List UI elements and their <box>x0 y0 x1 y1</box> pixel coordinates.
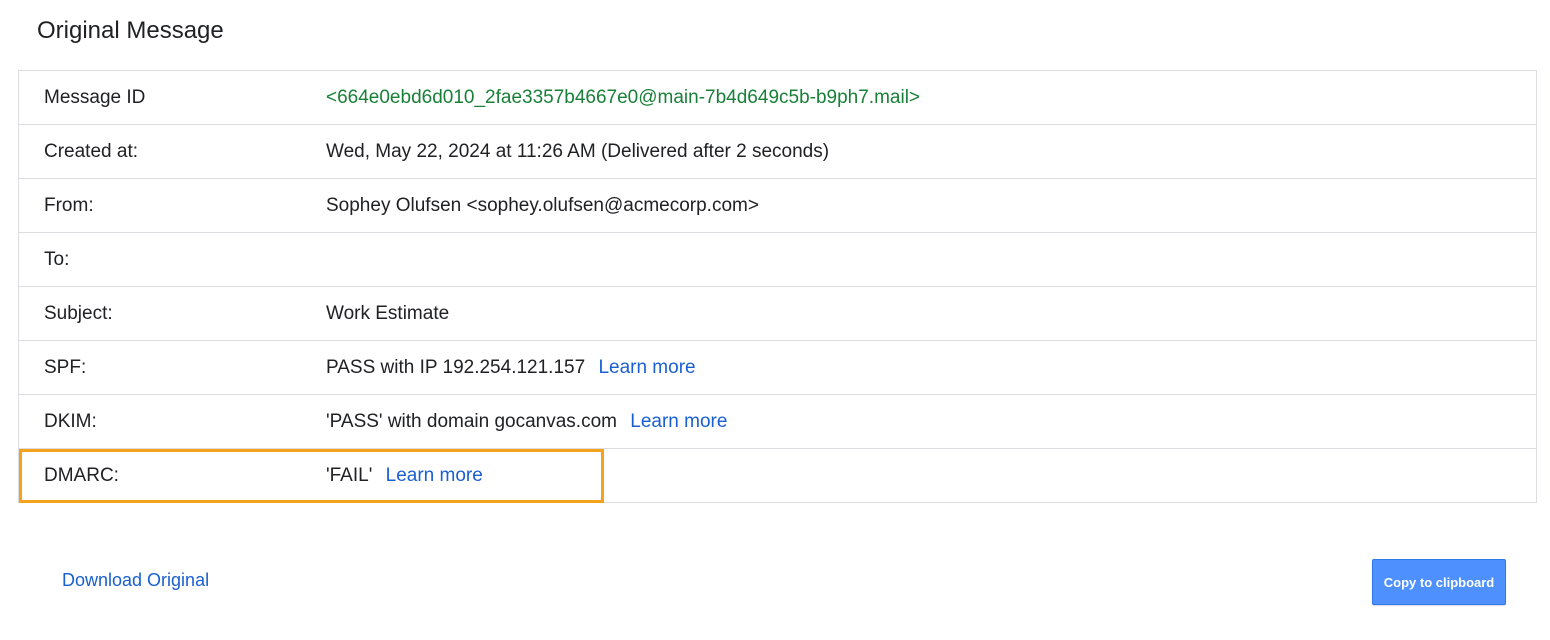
spf-value-cell: PASS with IP 192.254.121.157 Learn more <box>326 340 1537 395</box>
dkim-value-cell: 'PASS' with domain gocanvas.com Learn mo… <box>326 394 1537 449</box>
message-details-table: Message ID <664e0ebd6d010_2fae3357b4667e… <box>18 70 1537 503</box>
row-dkim: DKIM: 'PASS' with domain gocanvas.com Le… <box>18 394 1537 449</box>
spf-value: PASS with IP 192.254.121.157 <box>326 356 586 378</box>
copy-to-clipboard-button[interactable]: Copy to clipboard <box>1372 559 1506 605</box>
subject-value: Work Estimate <box>326 302 450 324</box>
dkim-learn-more-link[interactable]: Learn more <box>630 411 727 432</box>
row-created-at: Created at: Wed, May 22, 2024 at 11:26 A… <box>18 124 1537 179</box>
message-id-label: Message ID <box>18 70 326 125</box>
row-from: From: Sophey Olufsen <sophey.olufsen@acm… <box>18 178 1537 233</box>
created-at-value-cell: Wed, May 22, 2024 at 11:26 AM (Delivered… <box>326 124 1537 179</box>
subject-label: Subject: <box>18 286 326 341</box>
row-subject: Subject: Work Estimate <box>18 286 1537 341</box>
dkim-value: 'PASS' with domain gocanvas.com <box>326 410 617 432</box>
subject-value-cell: Work Estimate <box>326 286 1537 341</box>
download-original-link[interactable]: Download Original <box>62 570 209 591</box>
dmarc-value-cell: 'FAIL' Learn more <box>326 448 1537 503</box>
dmarc-label: DMARC: <box>18 448 326 503</box>
message-id-value-cell: <664e0ebd6d010_2fae3357b4667e0@main-7b4d… <box>326 70 1537 125</box>
row-spf: SPF: PASS with IP 192.254.121.157 Learn … <box>18 340 1537 395</box>
created-at-value: Wed, May 22, 2024 at 11:26 AM (Delivered… <box>326 140 830 162</box>
row-to: To: <box>18 232 1537 287</box>
from-value-cell: Sophey Olufsen <sophey.olufsen@acmecorp.… <box>326 178 1537 233</box>
dmarc-learn-more-link[interactable]: Learn more <box>386 465 483 486</box>
row-message-id: Message ID <664e0ebd6d010_2fae3357b4667e… <box>18 70 1537 125</box>
created-at-label: Created at: <box>18 124 326 179</box>
message-id-value: <664e0ebd6d010_2fae3357b4667e0@main-7b4d… <box>326 86 921 108</box>
row-dmarc: DMARC: 'FAIL' Learn more <box>18 448 1537 503</box>
spf-label: SPF: <box>18 340 326 395</box>
from-value: Sophey Olufsen <sophey.olufsen@acmecorp.… <box>326 194 759 216</box>
from-label: From: <box>18 178 326 233</box>
dkim-label: DKIM: <box>18 394 326 449</box>
to-label: To: <box>18 232 326 287</box>
page-title: Original Message <box>37 17 224 44</box>
spf-learn-more-link[interactable]: Learn more <box>598 357 695 378</box>
dmarc-value: 'FAIL' <box>326 464 373 486</box>
to-value-cell <box>326 232 1537 287</box>
